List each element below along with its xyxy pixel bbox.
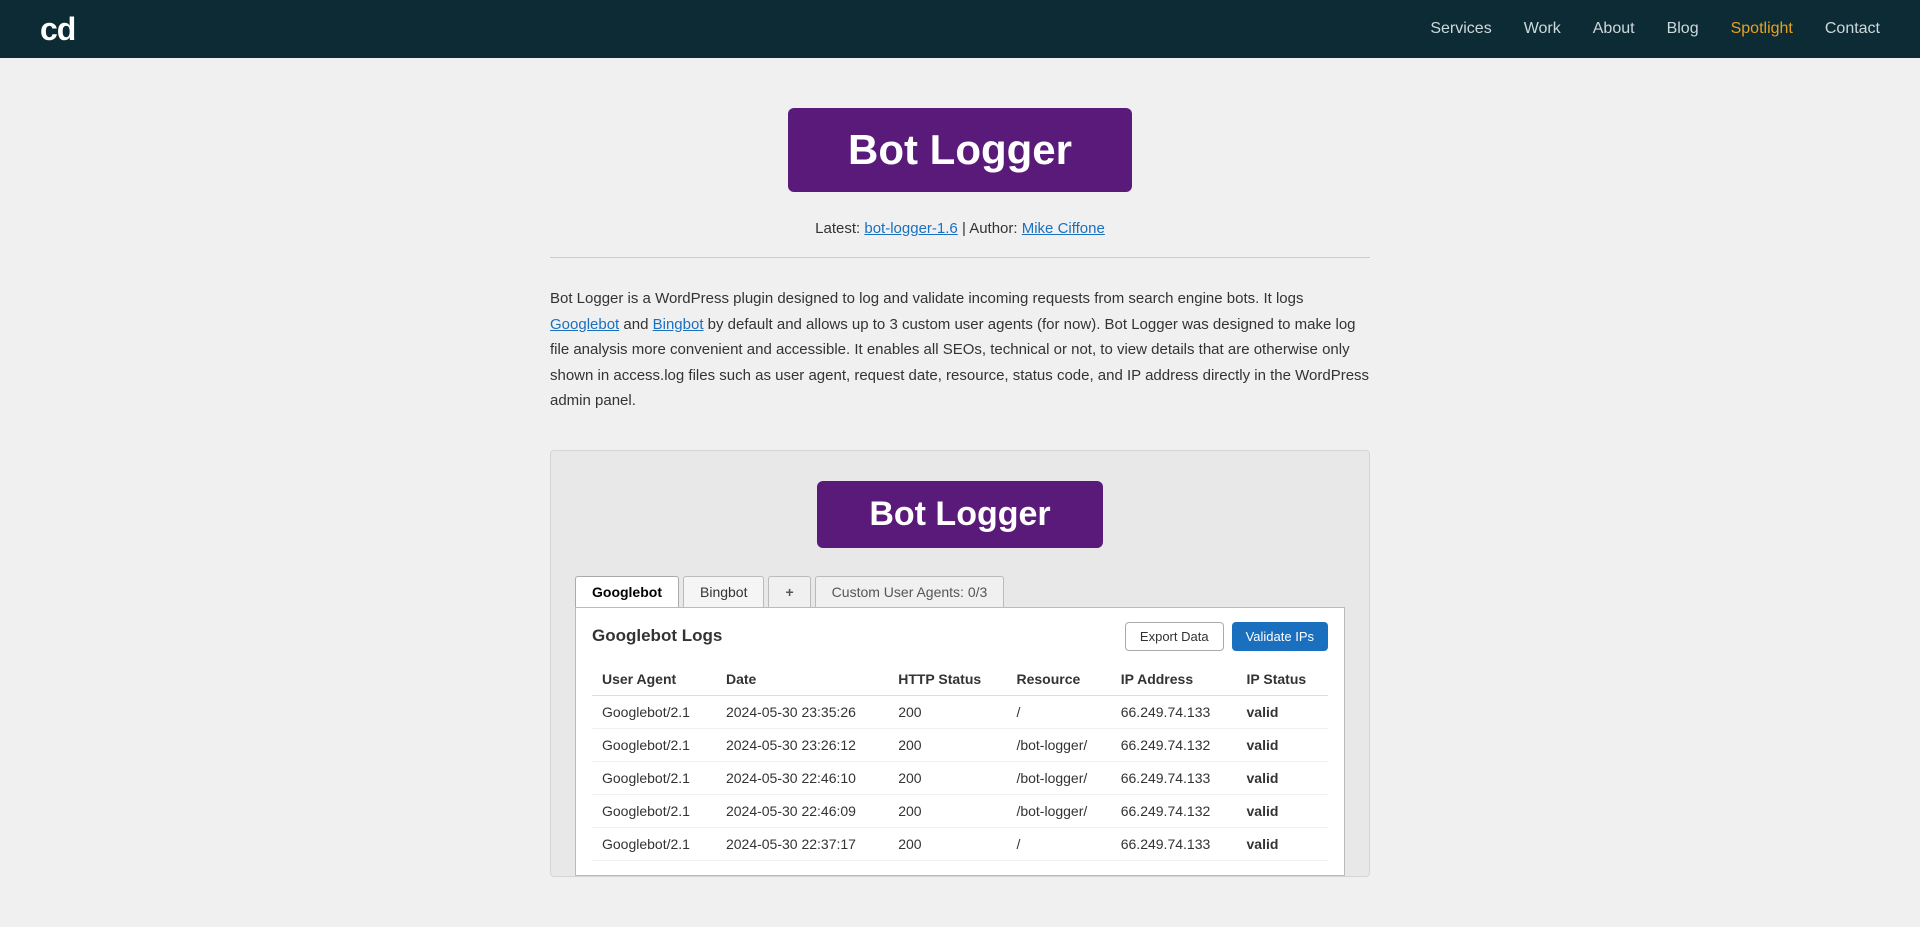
cell-user-agent: Googlebot/2.1 <box>592 728 716 761</box>
cell-ip-status: valid <box>1237 794 1329 827</box>
meta-latest-link[interactable]: bot-logger-1.6 <box>864 220 957 237</box>
table-area: Googlebot Logs Export Data Validate IPs … <box>575 607 1345 876</box>
validate-ips-button[interactable]: Validate IPs <box>1232 622 1328 651</box>
meta-latest-label: Latest: <box>815 220 860 237</box>
table-title: Googlebot Logs <box>592 626 722 646</box>
cell-ip-status: valid <box>1237 695 1329 728</box>
cell-http-status: 200 <box>888 728 1006 761</box>
col-ip-status: IP Status <box>1237 663 1329 696</box>
cell-user-agent: Googlebot/2.1 <box>592 794 716 827</box>
cell-date: 2024-05-30 23:26:12 <box>716 728 888 761</box>
table-row: Googlebot/2.1 2024-05-30 22:37:17 200 / … <box>592 827 1328 860</box>
table-row: Googlebot/2.1 2024-05-30 22:46:10 200 /b… <box>592 761 1328 794</box>
col-date: Date <box>716 663 888 696</box>
cell-ip-address: 66.249.74.133 <box>1111 761 1237 794</box>
desc-text-between: and <box>619 316 652 333</box>
table-header: User Agent Date HTTP Status Resource IP … <box>592 663 1328 696</box>
section-divider <box>550 257 1370 258</box>
col-http-status: HTTP Status <box>888 663 1006 696</box>
cell-resource: /bot-logger/ <box>1006 761 1110 794</box>
cell-http-status: 200 <box>888 695 1006 728</box>
tab-bingbot[interactable]: Bingbot <box>683 576 764 607</box>
table-actions: Export Data Validate IPs <box>1125 622 1328 651</box>
cell-date: 2024-05-30 22:46:10 <box>716 761 888 794</box>
cell-resource: /bot-logger/ <box>1006 728 1110 761</box>
cell-ip-address: 66.249.74.132 <box>1111 794 1237 827</box>
site-logo[interactable]: cd <box>40 11 75 48</box>
meta-author-link[interactable]: Mike Ciffone <box>1022 220 1105 237</box>
cell-ip-address: 66.249.74.133 <box>1111 695 1237 728</box>
plugin-description: Bot Logger is a WordPress plugin designe… <box>550 286 1370 414</box>
nav-blog[interactable]: Blog <box>1667 20 1699 38</box>
cell-ip-address: 66.249.74.132 <box>1111 728 1237 761</box>
nav-about[interactable]: About <box>1593 20 1635 38</box>
cell-http-status: 200 <box>888 827 1006 860</box>
cell-user-agent: Googlebot/2.1 <box>592 827 716 860</box>
desc-googlebot-link[interactable]: Googlebot <box>550 316 619 333</box>
tab-plus[interactable]: + <box>768 576 810 607</box>
desc-bingbot-link[interactable]: Bingbot <box>653 316 704 333</box>
cell-ip-status: valid <box>1237 728 1329 761</box>
preview-badge-container: Bot Logger <box>575 481 1345 548</box>
cell-date: 2024-05-30 22:46:09 <box>716 794 888 827</box>
nav-services[interactable]: Services <box>1430 20 1491 38</box>
hero-title-badge: Bot Logger <box>788 108 1132 192</box>
table-row: Googlebot/2.1 2024-05-30 23:35:26 200 / … <box>592 695 1328 728</box>
col-ip-address: IP Address <box>1111 663 1237 696</box>
navbar: cd Services Work About Blog Spotlight Co… <box>0 0 1920 58</box>
cell-resource: / <box>1006 827 1110 860</box>
cell-resource: / <box>1006 695 1110 728</box>
plugin-preview-box: Bot Logger Googlebot Bingbot + Custom Us… <box>550 450 1370 877</box>
hero-badge-container: Bot Logger <box>20 108 1900 192</box>
cell-resource: /bot-logger/ <box>1006 794 1110 827</box>
tab-custom-agents[interactable]: Custom User Agents: 0/3 <box>815 576 1005 607</box>
desc-text-before: Bot Logger is a WordPress plugin designe… <box>550 290 1304 307</box>
tab-googlebot[interactable]: Googlebot <box>575 576 679 607</box>
cell-user-agent: Googlebot/2.1 <box>592 695 716 728</box>
col-user-agent: User Agent <box>592 663 716 696</box>
cell-date: 2024-05-30 23:35:26 <box>716 695 888 728</box>
table-row: Googlebot/2.1 2024-05-30 23:26:12 200 /b… <box>592 728 1328 761</box>
preview-title-badge: Bot Logger <box>817 481 1102 548</box>
cell-date: 2024-05-30 22:37:17 <box>716 827 888 860</box>
main-content: Bot Logger Latest: bot-logger-1.6 | Auth… <box>0 58 1920 927</box>
table-header-row: Googlebot Logs Export Data Validate IPs <box>592 622 1328 651</box>
table-row: Googlebot/2.1 2024-05-30 22:46:09 200 /b… <box>592 794 1328 827</box>
preview-tabs: Googlebot Bingbot + Custom User Agents: … <box>575 576 1345 607</box>
export-data-button[interactable]: Export Data <box>1125 622 1224 651</box>
nav-work[interactable]: Work <box>1524 20 1561 38</box>
col-resource: Resource <box>1006 663 1110 696</box>
cell-ip-status: valid <box>1237 761 1329 794</box>
cell-user-agent: Googlebot/2.1 <box>592 761 716 794</box>
cell-http-status: 200 <box>888 794 1006 827</box>
nav-contact[interactable]: Contact <box>1825 20 1880 38</box>
meta-line: Latest: bot-logger-1.6 | Author: Mike Ci… <box>20 220 1900 237</box>
cell-ip-address: 66.249.74.133 <box>1111 827 1237 860</box>
meta-author-label: Author: <box>969 220 1017 237</box>
cell-ip-status: valid <box>1237 827 1329 860</box>
cell-http-status: 200 <box>888 761 1006 794</box>
nav-links: Services Work About Blog Spotlight Conta… <box>1430 20 1880 38</box>
nav-spotlight[interactable]: Spotlight <box>1731 20 1793 38</box>
